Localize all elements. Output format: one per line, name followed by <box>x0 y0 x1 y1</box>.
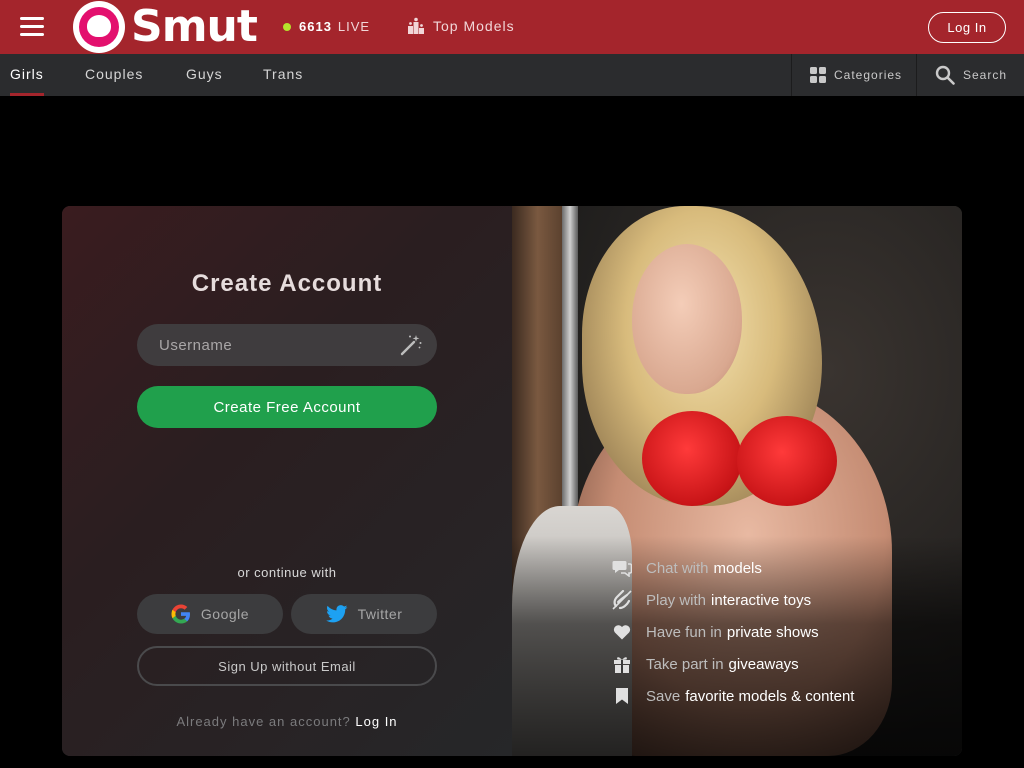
feature-highlight: favorite models & content <box>685 687 855 705</box>
logo[interactable]: Smut <box>73 1 258 53</box>
live-label: LIVE <box>337 19 371 34</box>
login-button[interactable]: Log In <box>928 12 1006 43</box>
categories-button[interactable]: Categories <box>791 54 916 96</box>
search-button[interactable]: Search <box>916 54 1024 96</box>
twitter-label: Twitter <box>357 606 403 622</box>
page-title: Create Account <box>191 270 383 297</box>
feature-prefix: Have fun in <box>646 623 722 641</box>
feature-prefix: Chat with <box>646 559 709 577</box>
categories-label: Categories <box>834 68 903 82</box>
magic-wand-icon[interactable] <box>399 333 423 357</box>
heart-icon <box>612 622 632 642</box>
logo-mark-icon <box>73 1 125 53</box>
google-icon <box>171 604 190 624</box>
feature-highlight: interactive toys <box>711 591 812 609</box>
google-button[interactable]: Google <box>137 594 283 634</box>
search-label: Search <box>963 68 1008 82</box>
feature-list: Chat with models Play with interactive toy… <box>612 552 854 712</box>
feature-item-private: Have fun in private shows <box>612 616 854 648</box>
login-link[interactable]: Log In <box>355 714 397 729</box>
feature-item-save: Save favorite models & content <box>612 680 854 712</box>
create-account-button[interactable]: Create Free Account <box>137 386 437 428</box>
tab-girls[interactable]: Girls <box>10 54 44 96</box>
menu-icon[interactable] <box>20 17 44 37</box>
chat-icon <box>612 558 632 578</box>
feature-prefix: Save <box>646 687 681 705</box>
feature-item-chat: Chat with models <box>612 552 854 584</box>
top-models-label: Top Models <box>433 18 515 34</box>
username-input[interactable]: Username <box>137 324 437 366</box>
promo-image-panel: Chat with models Play with interactive toy… <box>512 206 962 756</box>
live-indicator: 6613 LIVE <box>283 19 370 34</box>
live-dot-icon <box>283 22 291 31</box>
signup-form-panel: Create Account Username Create Free Acco… <box>62 206 512 756</box>
google-label: Google <box>200 606 250 622</box>
search-icon <box>935 65 955 85</box>
tab-couples[interactable]: Couples <box>85 54 143 96</box>
twitter-button[interactable]: Twitter <box>291 594 437 634</box>
feature-prefix: Take part in <box>646 655 724 673</box>
feature-highlight: models <box>713 559 762 577</box>
signup-without-email-button[interactable]: Sign Up without Email <box>137 646 437 686</box>
already-text: Already have an account? <box>176 714 351 729</box>
live-count: 6613 <box>299 19 332 34</box>
tab-guys[interactable]: Guys <box>186 54 223 96</box>
feature-highlight: private shows <box>726 623 819 641</box>
grid-icon <box>810 67 826 83</box>
feature-prefix: Play with <box>646 591 707 609</box>
feature-item-giveaways: Take part in giveaways <box>612 648 854 680</box>
tab-trans[interactable]: Trans <box>263 54 303 96</box>
top-bar: Smut 6613 LIVE Top Models Log In <box>0 0 1024 54</box>
bookmark-icon <box>612 686 632 706</box>
signup-card: Create Account Username Create Free Acco… <box>62 206 962 756</box>
already-have-account: Already have an account? Log In <box>62 714 512 729</box>
or-continue-label: or continue with <box>237 565 337 580</box>
feature-item-toys: Play with interactive toys <box>612 584 854 616</box>
top-models-link[interactable]: Top Models <box>407 17 515 35</box>
username-placeholder: Username <box>159 336 233 354</box>
gift-icon <box>612 654 632 674</box>
toys-icon <box>612 590 632 610</box>
feature-highlight: giveaways <box>728 655 799 673</box>
category-nav: Girls Couples Guys Trans Categories Sear… <box>0 54 1024 96</box>
logo-text: Smut <box>131 1 258 52</box>
podium-icon <box>408 17 424 34</box>
twitter-icon <box>325 605 348 623</box>
